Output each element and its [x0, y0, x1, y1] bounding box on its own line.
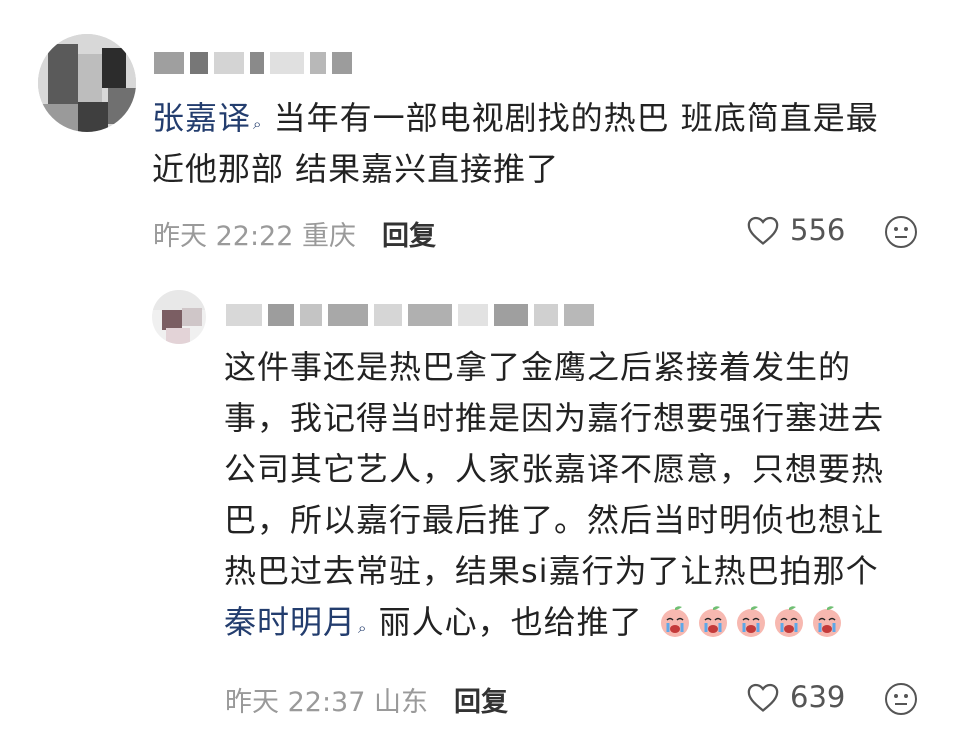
reply-text-line: 巴，所以嘉行最后推了。然后当时明侦也想让	[224, 501, 885, 539]
like-count: 556	[790, 213, 846, 247]
reply-text-line: 热巴过去常驻，结果si嘉行为了让热巴拍那个	[224, 552, 879, 590]
reply-user-avatar[interactable]	[152, 290, 206, 344]
reply-text-line: 这件事还是热巴拿了金鹰之后紧接着发生的	[224, 348, 852, 386]
comment-text-line2: 近他那部 结果嘉兴直接推了	[152, 150, 560, 188]
heart-icon	[747, 683, 779, 712]
reply-meta: 昨天 22:37 山东 回复	[225, 680, 508, 719]
emoji-group	[658, 604, 844, 638]
mention-link[interactable]: 秦时明月 ⌕	[224, 603, 367, 641]
user-avatar[interactable]	[38, 34, 136, 132]
reply-like-button[interactable]: 639	[746, 680, 845, 714]
blurred-username[interactable]	[154, 52, 352, 74]
timestamp-location: 昨天 22:22 重庆	[153, 221, 356, 252]
comment-meta: 昨天 22:22 重庆 回复	[153, 214, 436, 253]
crying-emoji-icon	[660, 606, 689, 637]
reply-blurred-username[interactable]	[226, 304, 594, 326]
reply-like-count: 639	[790, 680, 846, 714]
crying-emoji-icon	[698, 606, 727, 637]
comment-text-line1: 当年有一部电视剧找的热巴 班底简直是最	[273, 99, 879, 137]
reply-button[interactable]: 回复	[382, 214, 436, 253]
comment-text: 张嘉译 ⌕ 当年有一部电视剧找的热巴 班底简直是最 近他那部 结果嘉兴直接推了	[152, 93, 932, 195]
mention-link[interactable]: 张嘉译 ⌕	[152, 99, 262, 137]
reply-timestamp-location: 昨天 22:37 山东	[225, 687, 428, 718]
heart-icon	[747, 216, 779, 245]
reply-text-line: 事，我记得当时推是因为嘉行想要强行塞进去	[224, 399, 885, 437]
dislike-face-icon[interactable]	[884, 682, 918, 716]
like-button[interactable]: 556	[746, 213, 845, 247]
search-icon: ⌕	[358, 619, 368, 637]
dislike-face-icon[interactable]	[884, 215, 918, 249]
crying-emoji-icon	[736, 606, 765, 637]
reply-text-last: 丽人心，也给推了	[378, 603, 643, 641]
search-icon: ⌕	[253, 115, 263, 133]
reply-text-line: 公司其它艺人，人家张嘉译不愿意，只想要热	[224, 450, 885, 488]
crying-emoji-icon	[774, 606, 803, 637]
reply-button[interactable]: 回复	[454, 680, 508, 719]
reply-text: 这件事还是热巴拿了金鹰之后紧接着发生的 事，我记得当时推是因为嘉行想要强行塞进去…	[224, 342, 944, 648]
crying-emoji-icon	[812, 606, 841, 637]
